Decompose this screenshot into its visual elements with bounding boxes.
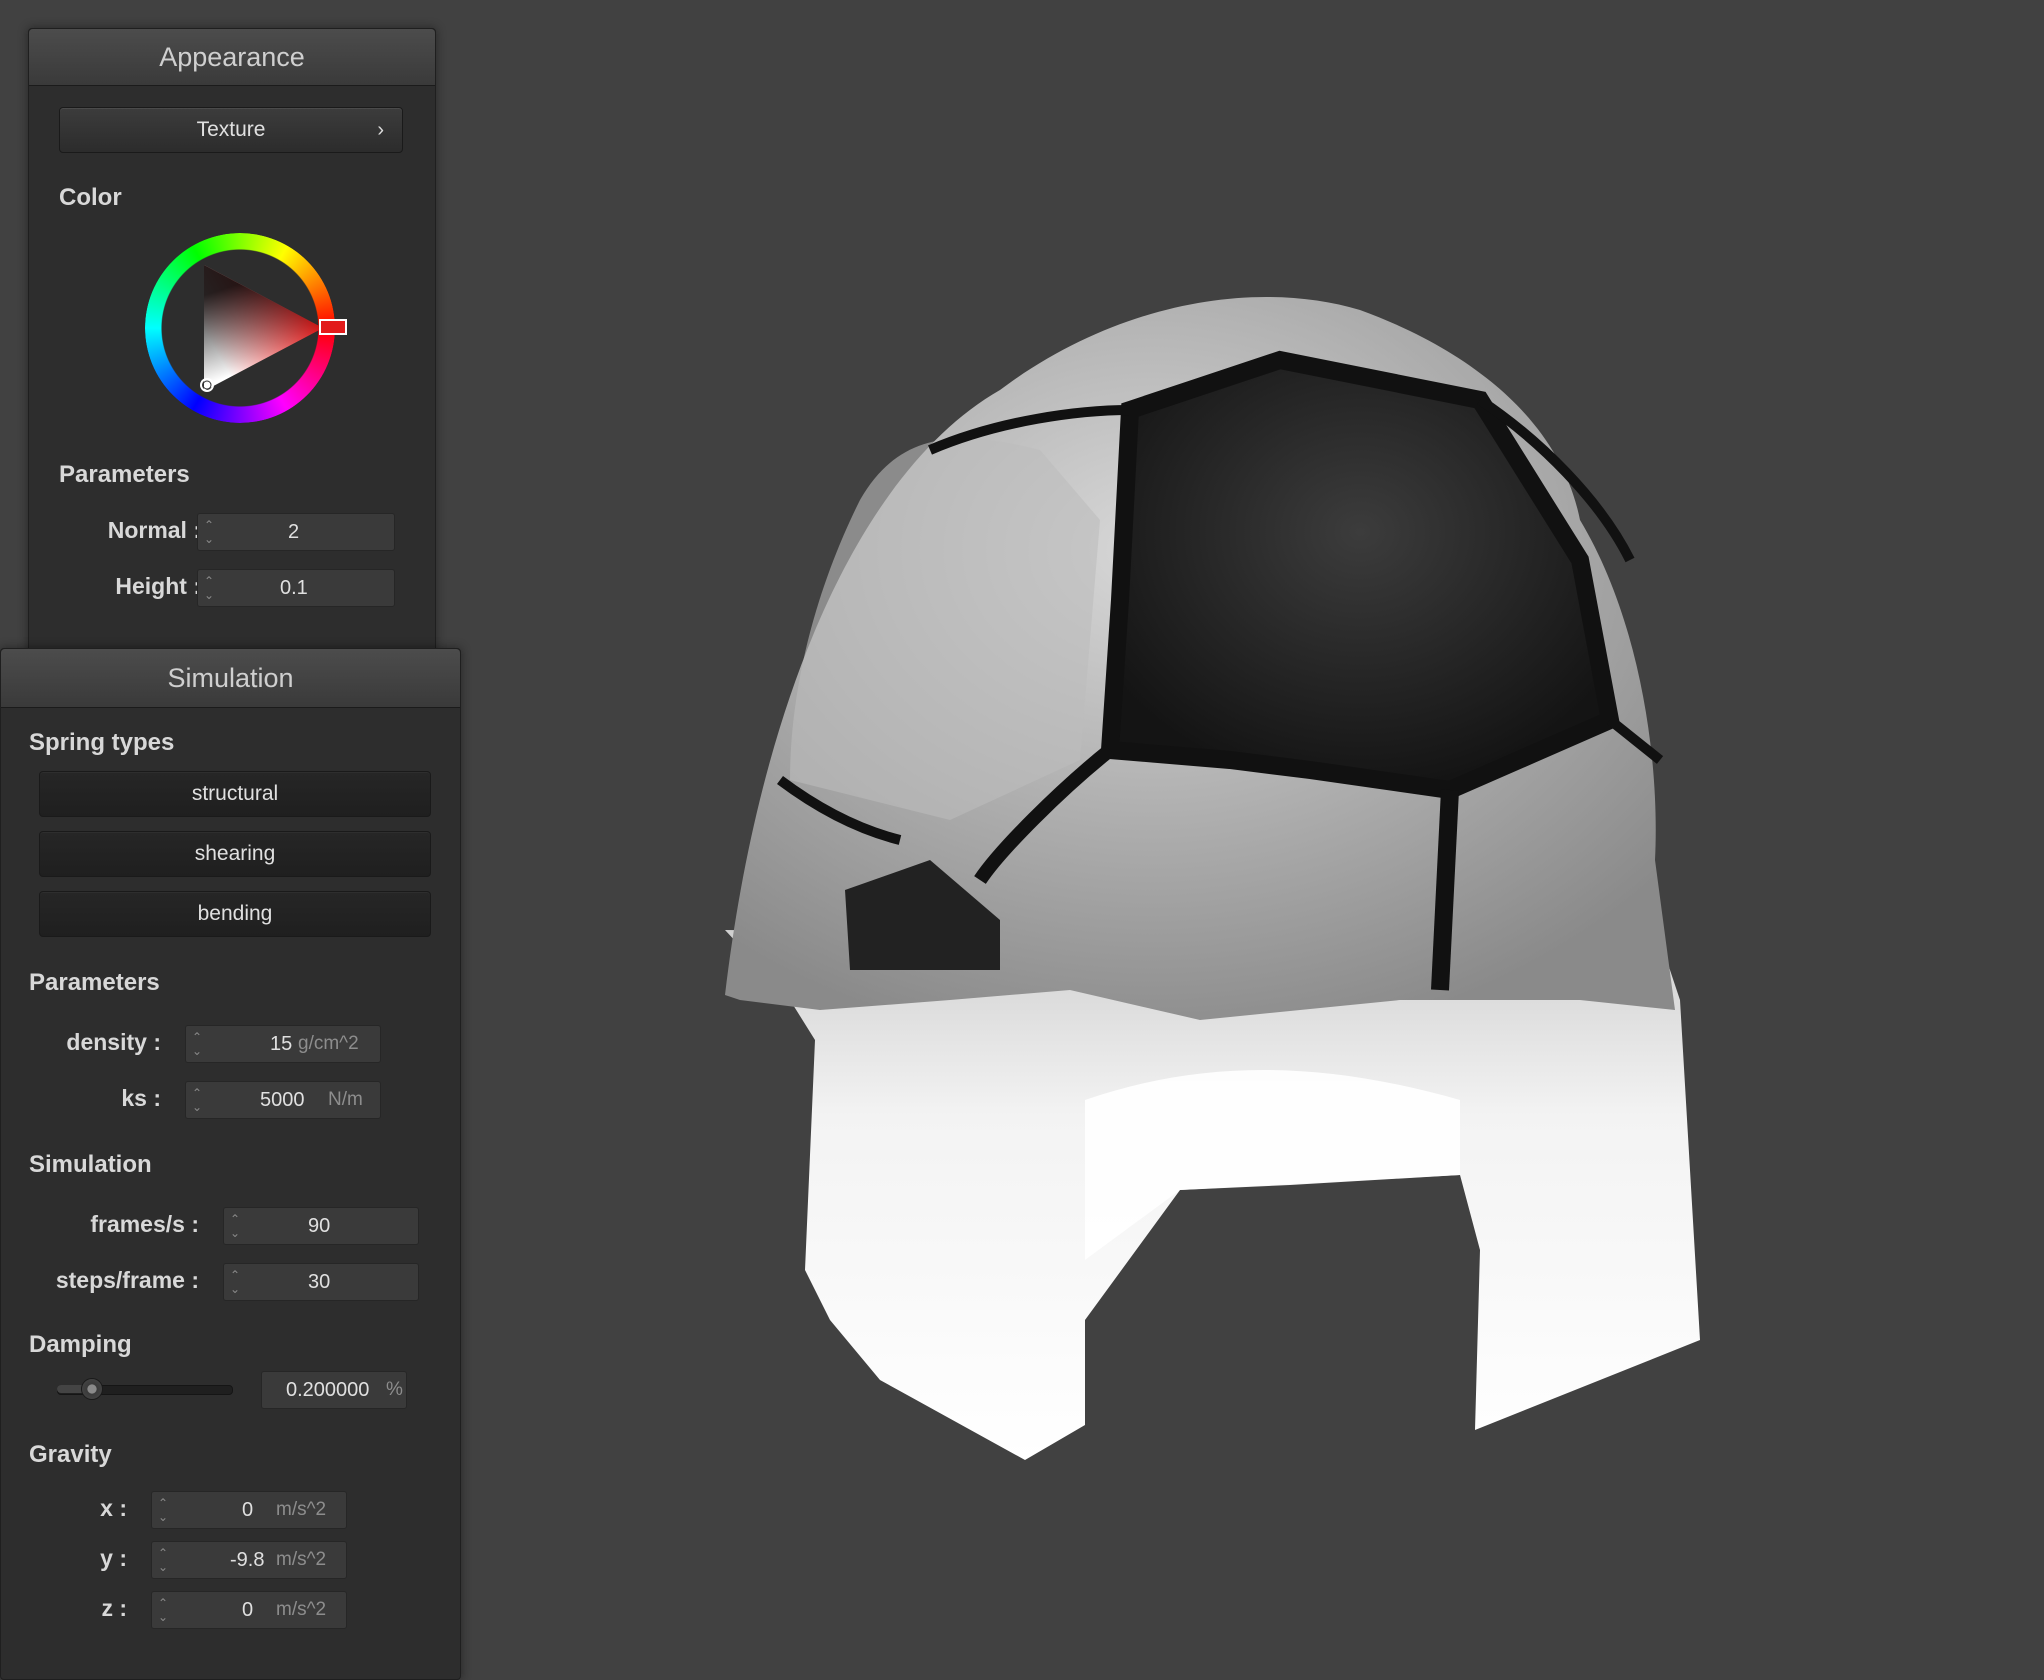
gravity-z-stepper-icon[interactable]: ⌃ ⌄ bbox=[158, 1594, 172, 1626]
gravity-y-input[interactable]: ⌃ ⌄ -9.8 m/s^2 bbox=[151, 1541, 347, 1579]
fps-label: frames/s : bbox=[90, 1211, 199, 1237]
appearance-parameters-label: Parameters bbox=[59, 461, 190, 488]
texture-button[interactable]: Texture › bbox=[59, 107, 403, 153]
height-input[interactable]: ⌃ ⌄ 0.1 bbox=[197, 569, 395, 607]
normal-stepper-icon[interactable]: ⌃ ⌄ bbox=[204, 516, 218, 548]
gravity-z-label: z : bbox=[101, 1595, 127, 1621]
structural-button-label: structural bbox=[191, 782, 279, 805]
gravity-y-label: y : bbox=[100, 1545, 127, 1571]
texture-button-label: Texture bbox=[196, 118, 266, 141]
appearance-panel-title: Appearance bbox=[29, 29, 435, 86]
damping-slider[interactable] bbox=[57, 1378, 233, 1400]
gravity-z-value: 0 bbox=[242, 1599, 254, 1621]
appearance-panel: Appearance Texture › Color Parameters No… bbox=[28, 28, 436, 690]
damping-slider-knob[interactable] bbox=[81, 1378, 103, 1400]
damping-input[interactable]: 0.200000 % bbox=[261, 1371, 407, 1409]
ks-input[interactable]: ⌃ ⌄ 5000 N/m bbox=[185, 1081, 381, 1119]
gravity-x-value: 0 bbox=[242, 1499, 254, 1521]
color-label: Color bbox=[59, 184, 122, 211]
gravity-y-stepper-icon[interactable]: ⌃ ⌄ bbox=[158, 1544, 172, 1576]
gravity-x-stepper-icon[interactable]: ⌃ ⌄ bbox=[158, 1494, 172, 1526]
density-label: density : bbox=[66, 1029, 161, 1055]
gravity-x-unit: m/s^2 bbox=[276, 1499, 327, 1520]
fps-value: 90 bbox=[308, 1215, 331, 1237]
gravity-label: Gravity bbox=[29, 1441, 112, 1468]
pentagon-dark bbox=[1100, 350, 1621, 800]
normal-value: 2 bbox=[288, 521, 300, 543]
simulation-parameters-label: Parameters bbox=[29, 969, 160, 996]
gravity-x-input[interactable]: ⌃ ⌄ 0 m/s^2 bbox=[151, 1491, 347, 1529]
normal-input[interactable]: ⌃ ⌄ 2 bbox=[197, 513, 395, 551]
hue-selector-handle[interactable] bbox=[319, 319, 347, 335]
gravity-y-value: -9.8 bbox=[230, 1549, 265, 1571]
gravity-x-label: x : bbox=[100, 1495, 127, 1521]
fps-input[interactable]: ⌃ ⌄ 90 bbox=[223, 1207, 419, 1245]
simulation-section-label: Simulation bbox=[29, 1151, 152, 1178]
density-stepper-icon[interactable]: ⌃ ⌄ bbox=[192, 1028, 206, 1060]
gravity-y-unit: m/s^2 bbox=[276, 1549, 327, 1570]
fps-stepper-icon[interactable]: ⌃ ⌄ bbox=[230, 1210, 244, 1242]
color-wheel[interactable] bbox=[145, 233, 347, 423]
normal-label: Normal : bbox=[107, 517, 201, 543]
density-input[interactable]: ⌃ ⌄ 15 g/cm^2 bbox=[185, 1025, 381, 1063]
ks-value: 5000 bbox=[260, 1089, 305, 1111]
bending-button-label: bending bbox=[197, 902, 273, 925]
chevron-right-icon: › bbox=[377, 119, 384, 141]
gravity-z-unit: m/s^2 bbox=[276, 1599, 327, 1620]
saturation-triangle[interactable] bbox=[145, 233, 335, 423]
height-value: 0.1 bbox=[280, 577, 308, 599]
ks-label: ks : bbox=[121, 1085, 161, 1111]
damping-value: 0.200000 bbox=[286, 1379, 370, 1401]
ks-unit: N/m bbox=[328, 1089, 363, 1110]
simulation-panel-title: Simulation bbox=[1, 649, 460, 708]
height-stepper-icon[interactable]: ⌃ ⌄ bbox=[204, 572, 218, 604]
bending-button[interactable]: bending bbox=[39, 891, 431, 937]
shearing-button-label: shearing bbox=[194, 842, 276, 865]
steps-input[interactable]: ⌃ ⌄ 30 bbox=[223, 1263, 419, 1301]
steps-value: 30 bbox=[308, 1271, 331, 1293]
ks-stepper-icon[interactable]: ⌃ ⌄ bbox=[192, 1084, 206, 1116]
shearing-button[interactable]: shearing bbox=[39, 831, 431, 877]
simulation-panel: Simulation Spring types structural shear… bbox=[0, 648, 461, 1680]
damping-label: Damping bbox=[29, 1331, 132, 1358]
density-value: 15 bbox=[270, 1033, 293, 1055]
damping-unit: % bbox=[386, 1379, 403, 1400]
height-label: Height : bbox=[115, 573, 201, 599]
steps-label: steps/frame : bbox=[55, 1267, 199, 1293]
structural-button[interactable]: structural bbox=[39, 771, 431, 817]
spring-types-label: Spring types bbox=[29, 729, 175, 756]
gravity-z-input[interactable]: ⌃ ⌄ 0 m/s^2 bbox=[151, 1591, 347, 1629]
density-unit: g/cm^2 bbox=[298, 1033, 359, 1054]
steps-stepper-icon[interactable]: ⌃ ⌄ bbox=[230, 1266, 244, 1298]
